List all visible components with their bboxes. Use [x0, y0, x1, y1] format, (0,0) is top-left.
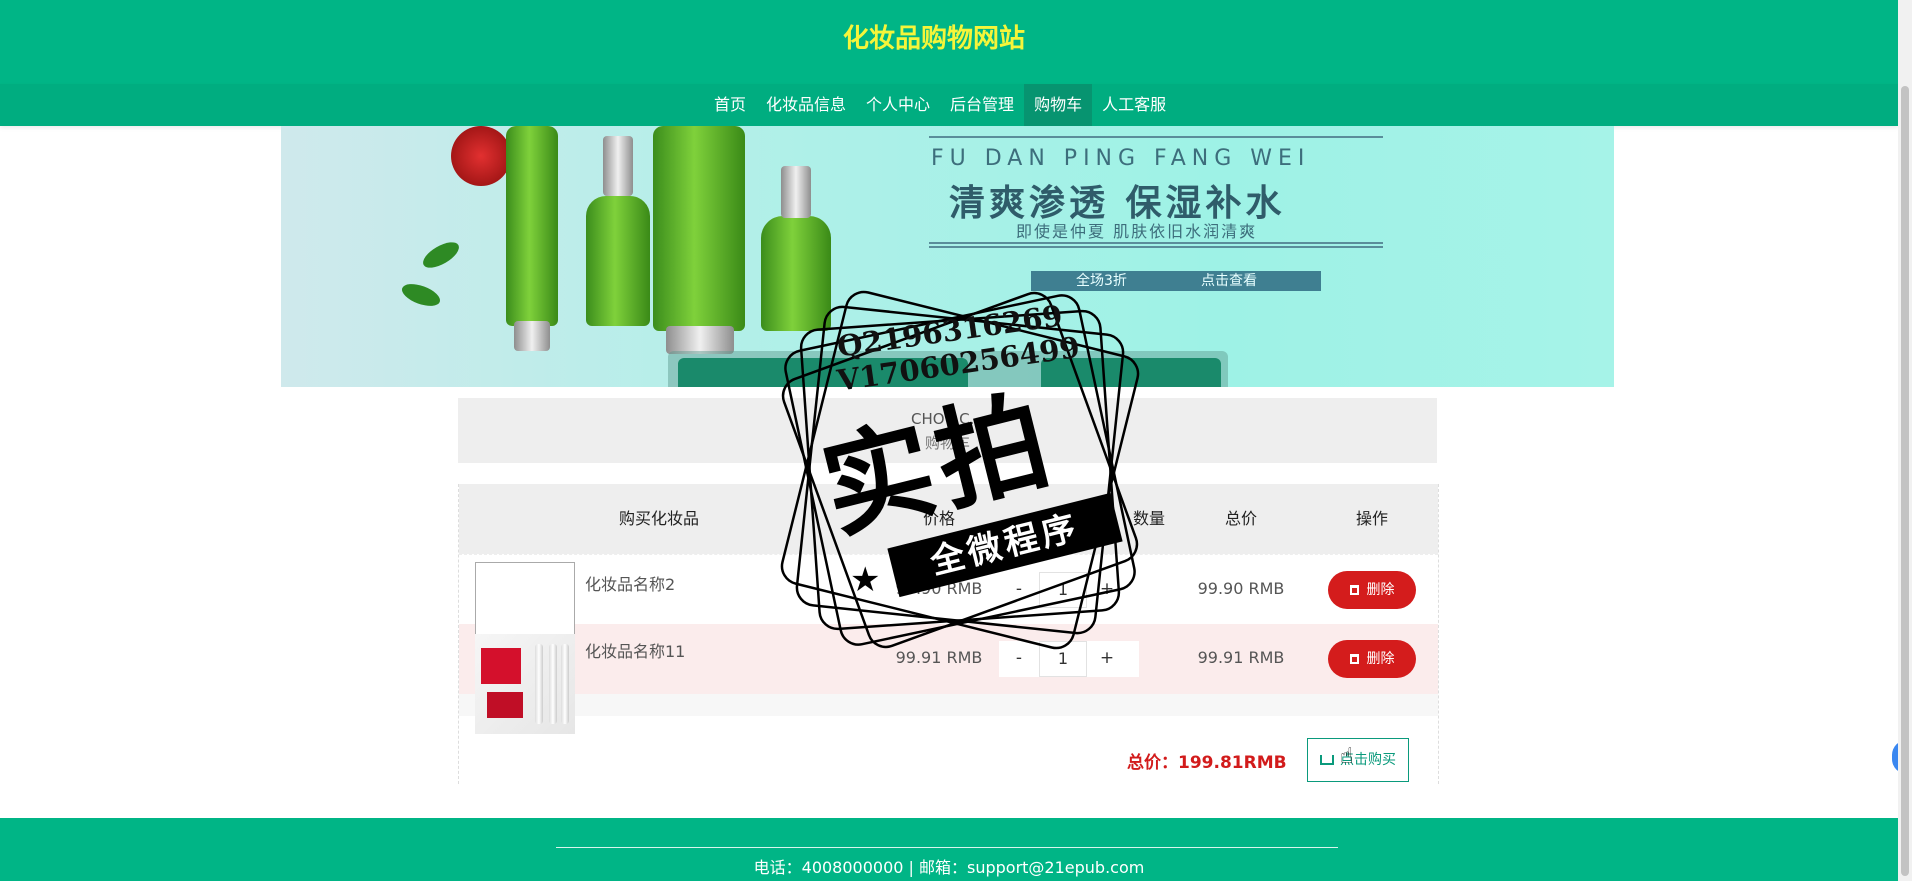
banner-headline-en: FU DAN PING FANG WEI [931, 146, 1311, 171]
col-actions: 操作 [1355, 509, 1388, 528]
quantity-increase-button[interactable]: + [1087, 641, 1127, 677]
product-bottle [586, 196, 650, 326]
nav-item-cart[interactable]: 购物车 [1024, 84, 1093, 126]
breadcrumb-current: 购物车 [924, 434, 970, 452]
banner-promo-bar[interactable]: 全场3折 点击查看 [1031, 271, 1321, 291]
product-cap [666, 326, 734, 354]
product-tube-image [535, 644, 543, 724]
quantity-decrease-button[interactable]: - [999, 641, 1039, 677]
product-thumbnail[interactable] [475, 634, 575, 734]
product-bottle-large [653, 126, 745, 331]
col-price: 价格 [922, 509, 955, 528]
product-dropper [781, 166, 811, 218]
quantity-stepper: - 1 + [999, 572, 1139, 608]
trash-icon [1349, 654, 1359, 664]
delete-button[interactable]: 删除 [1328, 640, 1416, 678]
breadcrumb: CHO / C... 购物车 [458, 398, 1437, 463]
cart-icon [1320, 755, 1334, 765]
leaf-decoration [399, 279, 443, 311]
nav-item-admin[interactable]: 后台管理 [940, 84, 1024, 126]
banner-tab[interactable] [678, 358, 968, 387]
product-tube-image [549, 644, 557, 724]
delete-label: 删除 [1366, 582, 1395, 598]
product-tube [506, 126, 558, 326]
product-tube-image [561, 644, 569, 724]
gift-box-image [481, 648, 521, 684]
row-total: 99.90 RMB [1197, 579, 1285, 598]
product-dropper-bottle [761, 216, 831, 331]
banner-rule [929, 136, 1383, 138]
product-name[interactable]: 化妆品名称11 [585, 638, 685, 662]
quantity-increase-button[interactable]: + [1087, 572, 1127, 608]
delete-button[interactable]: 删除 [1328, 571, 1416, 609]
product-name[interactable]: 化妆品名称2 [585, 571, 675, 595]
banner-promo-right: 点击查看 [1201, 273, 1257, 289]
trash-icon [1349, 585, 1359, 595]
cart-table: 购买化妆品 价格 数量 总价 操作 化妆品名称2 99.90 RMB - 1 +… [458, 484, 1439, 784]
banner-subline: 即使是仲夏 肌肤依旧水润清爽 [1016, 222, 1258, 241]
cart-table-header: 购买化妆品 价格 数量 总价 操作 [459, 484, 1438, 554]
product-pump [603, 136, 633, 196]
delete-label: 删除 [1366, 651, 1395, 667]
table-row: 化妆品名称2 99.90 RMB - 1 + 99.90 RMB 删除 [459, 554, 1438, 625]
site-header: 化妆品购物网站 [0, 0, 1898, 84]
row-total: 99.91 RMB [1197, 648, 1285, 667]
site-title: 化妆品购物网站 [842, 24, 1025, 54]
buy-button[interactable]: 点击购买 [1307, 738, 1409, 782]
grand-total: 总价：199.81RMB [1127, 753, 1287, 773]
table-row-spacer [459, 694, 1438, 716]
nav-item-cosmetics-info[interactable]: 化妆品信息 [756, 84, 856, 126]
gift-box-image [487, 692, 523, 718]
quantity-decrease-button[interactable]: - [999, 572, 1039, 608]
scrollbar-thumb[interactable] [1901, 86, 1909, 876]
banner-rule [929, 246, 1383, 248]
leaf-decoration [419, 237, 463, 273]
product-cap [514, 321, 550, 351]
site-footer: 电话：4008000000 | 邮箱：support@21epub.com [0, 818, 1898, 881]
quantity-input[interactable]: 1 [1039, 641, 1087, 677]
banner-tab[interactable] [1041, 358, 1221, 387]
quantity-stepper: - 1 + [999, 641, 1139, 677]
col-total: 总价 [1224, 509, 1257, 528]
nav-item-customer-service[interactable]: 人工客服 [1092, 84, 1176, 126]
breadcrumb-path: CHO / C... [911, 410, 984, 428]
banner-rule [929, 242, 1383, 244]
hand-cursor-icon: ☝ [1340, 744, 1354, 769]
nav-item-user-center[interactable]: 个人中心 [856, 84, 940, 126]
footer-divider [556, 847, 1338, 848]
promo-banner[interactable]: FU DAN PING FANG WEI 清爽渗透 保湿补水 即使是仲夏 肌肤依… [281, 126, 1614, 387]
footer-contact: 电话：4008000000 | 邮箱：support@21epub.com [753, 858, 1145, 877]
quantity-input[interactable]: 1 [1039, 572, 1087, 608]
page-scrollbar[interactable] [1898, 0, 1912, 881]
rose-decoration [451, 126, 511, 186]
col-product: 购买化妆品 [618, 509, 699, 528]
table-row: 化妆品名称11 99.91 RMB - 1 + 99.91 RMB 删除 [459, 624, 1438, 694]
banner-promo-left: 全场3折 [1076, 273, 1127, 289]
nav-item-home[interactable]: 首页 [704, 84, 756, 126]
main-nav: 首页 化妆品信息 个人中心 后台管理 购物车 人工客服 [0, 84, 1898, 126]
